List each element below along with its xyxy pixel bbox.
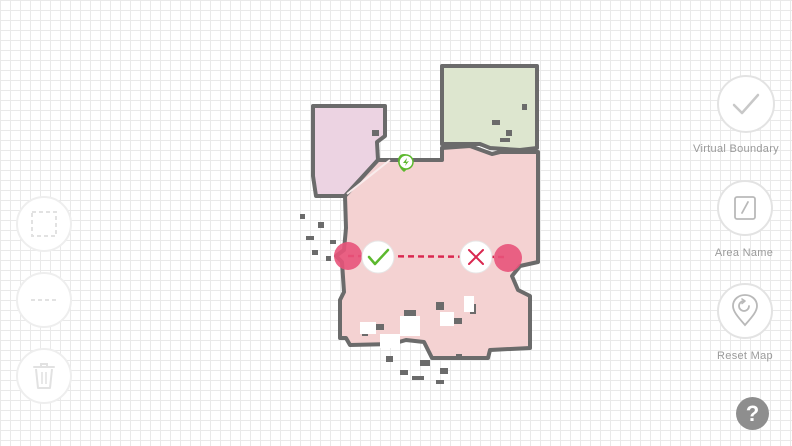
virtual-boundary-button[interactable] [717, 75, 775, 133]
dashed-line-icon [31, 299, 57, 301]
checkmark-icon [732, 93, 760, 115]
dashed-line-button[interactable] [16, 272, 72, 328]
rectangle-area-button[interactable] [16, 196, 72, 252]
boundary-confirm-button[interactable] [361, 240, 395, 274]
trash-icon [33, 363, 55, 389]
area-name-label: Area Name [714, 247, 774, 259]
reset-map-button[interactable] [717, 283, 773, 339]
reset-pin-icon [732, 294, 758, 327]
virtual-boundary-label: Virtual Boundary [693, 143, 779, 155]
boundary-endpoint-right[interactable] [494, 244, 522, 272]
delete-button[interactable] [16, 348, 72, 404]
reset-map-label: Reset Map [717, 350, 773, 362]
boundary-delete-button[interactable] [459, 240, 493, 274]
rectangle-select-icon [31, 211, 57, 237]
floor-map[interactable] [0, 0, 792, 446]
help-button[interactable]: ? [736, 397, 769, 430]
boundary-endpoint-left[interactable] [334, 242, 362, 270]
edit-label-icon [734, 196, 756, 220]
help-icon: ? [745, 400, 760, 426]
area-name-button[interactable] [717, 180, 773, 236]
